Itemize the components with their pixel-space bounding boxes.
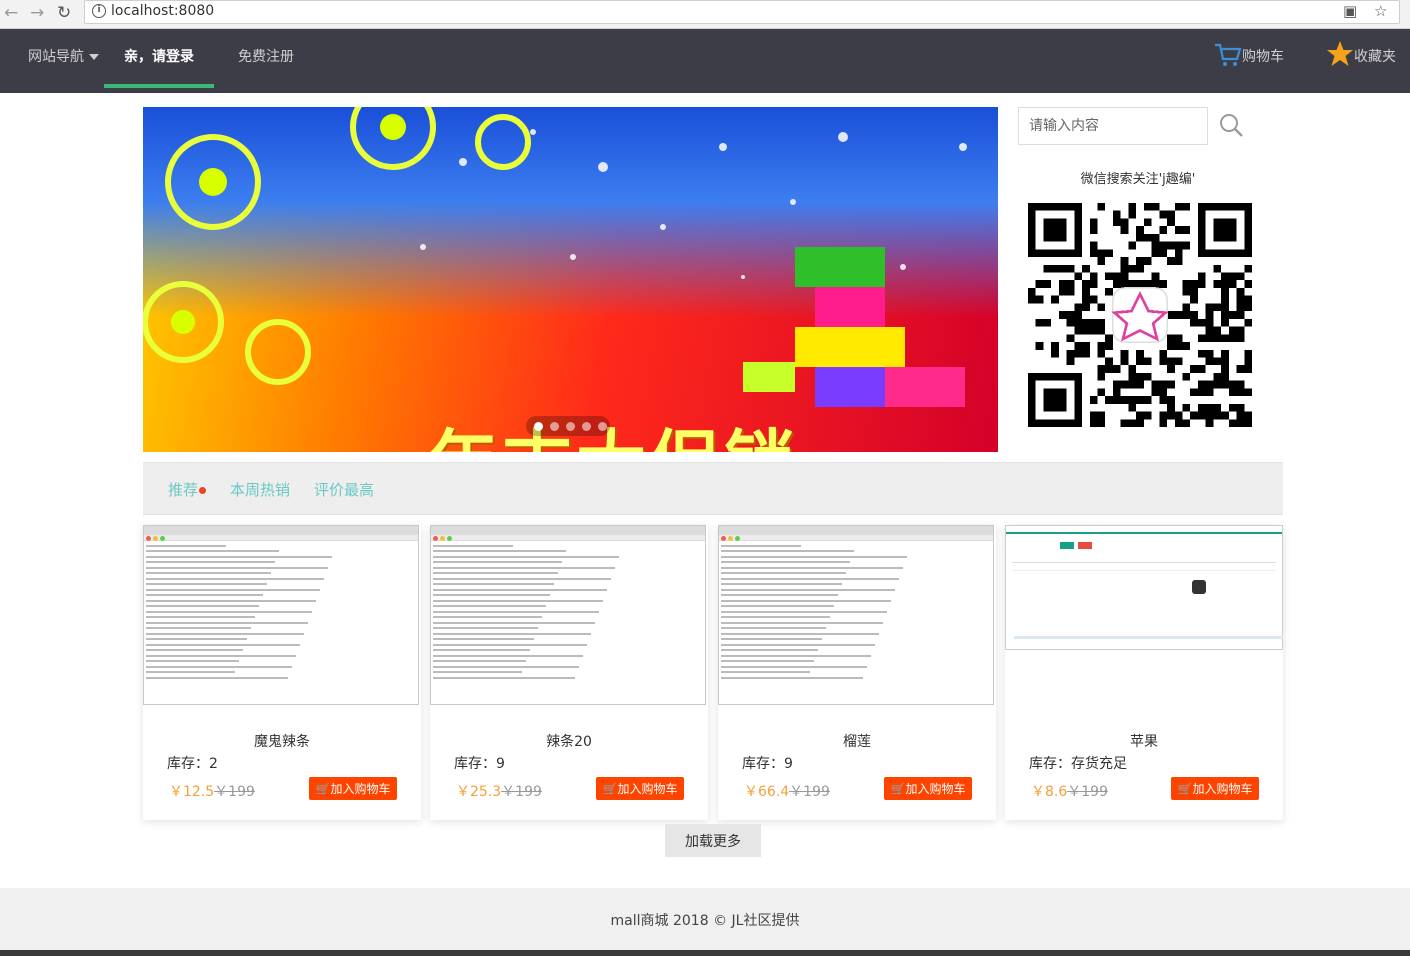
cart-icon <box>1215 43 1242 66</box>
reload-icon[interactable]: ↻ <box>57 3 71 23</box>
active-nav-underline <box>104 84 214 88</box>
original-price: ￥199 <box>789 784 830 800</box>
promo-banner[interactable]: 年末大促销 <box>143 107 998 452</box>
product-image[interactable] <box>1005 525 1283 705</box>
star-icon <box>1327 41 1353 66</box>
translate-icon[interactable]: ▣ <box>1343 2 1357 20</box>
top-navigation: 网站导航 亲，请登录 免费注册 购物车 收藏夹 <box>0 29 1410 93</box>
current-price: ￥25.3 <box>456 784 502 800</box>
tab-label: 推荐 <box>168 481 199 499</box>
product-stock: 库存：2 <box>167 756 218 772</box>
wechat-follow-text: 微信搜索关注'j趣编' <box>1080 172 1196 187</box>
current-price: ￥12.5 <box>169 784 215 800</box>
terminal-screenshot <box>718 525 994 705</box>
cart-link[interactable]: 购物车 <box>1214 29 1284 93</box>
info-icon[interactable]: i <box>92 4 106 18</box>
original-price: ￥199 <box>501 784 542 800</box>
search-icon[interactable] <box>1218 112 1244 138</box>
footer-copyright: mall商城 2018 © JL社区提供 <box>610 913 800 929</box>
add-to-cart-label: 加入购物车 <box>905 782 966 796</box>
product-stock: 库存：存货充足 <box>1029 756 1127 772</box>
footer: mall商城 2018 © JL社区提供 <box>0 888 1410 950</box>
product-image[interactable] <box>718 525 996 705</box>
product-price: ￥12.5￥199 <box>169 781 255 801</box>
product-price: ￥25.3￥199 <box>456 781 542 801</box>
carousel-dot[interactable] <box>598 422 607 431</box>
product-stock: 库存：9 <box>454 756 505 772</box>
terminal-screenshot <box>143 525 419 705</box>
forward-icon[interactable]: → <box>30 3 44 23</box>
carousel-dot[interactable] <box>566 422 575 431</box>
product-tabs: 推荐 本周热销 评价最高 <box>143 462 1283 515</box>
url-text[interactable]: localhost:8080 <box>111 3 214 19</box>
search-input[interactable] <box>1018 107 1208 145</box>
tab-weekly-hot[interactable]: 本周热销 <box>230 479 290 500</box>
original-price: ￥199 <box>1067 784 1108 800</box>
add-to-cart-button[interactable]: 🛒加入购物车 <box>884 777 972 800</box>
add-to-cart-button[interactable]: 🛒加入购物车 <box>596 777 684 800</box>
product-name[interactable]: 苹果 <box>1005 731 1283 751</box>
product-card[interactable]: 魔鬼辣条 库存：2 ￥12.5￥199 🛒加入购物车 <box>143 525 421 820</box>
banner-decoration <box>143 107 967 407</box>
add-to-cart-label: 加入购物车 <box>1192 782 1253 796</box>
current-price: ￥66.4 <box>744 784 790 800</box>
add-to-cart-label: 加入购物车 <box>330 782 391 796</box>
caret-down-icon <box>89 54 99 60</box>
product-price: ￥8.6￥199 <box>1031 781 1108 801</box>
admin-app-screenshot <box>1005 525 1283 650</box>
register-link[interactable]: 免费注册 <box>238 29 294 93</box>
add-to-cart-button[interactable]: 🛒加入购物车 <box>1171 777 1259 800</box>
product-name[interactable]: 榴莲 <box>718 731 996 751</box>
carousel-indicators <box>526 416 610 436</box>
product-name[interactable]: 辣条20 <box>430 731 708 751</box>
active-tab-dot <box>199 487 207 494</box>
product-card[interactable]: 榴莲 库存：9 ￥66.4￥199 🛒加入购物车 <box>718 525 996 820</box>
add-to-cart-button[interactable]: 🛒加入购物车 <box>309 777 397 800</box>
product-card[interactable]: 辣条20 库存：9 ￥25.3￥199 🛒加入购物车 <box>430 525 708 820</box>
product-stock: 库存：9 <box>742 756 793 772</box>
qr-code-image <box>1028 203 1252 427</box>
product-image[interactable] <box>430 525 708 705</box>
browser-toolbar: ← → ↻ i localhost:8080 ▣ ☆ <box>0 0 1410 29</box>
site-nav-menu[interactable]: 网站导航 <box>28 29 99 93</box>
site-nav-label: 网站导航 <box>28 49 84 65</box>
product-image[interactable] <box>143 525 421 705</box>
address-bar[interactable]: i localhost:8080 ▣ ☆ <box>84 0 1400 24</box>
product-card[interactable]: 苹果 库存：存货充足 ￥8.6￥199 🛒加入购物车 <box>1005 525 1283 820</box>
product-name[interactable]: 魔鬼辣条 <box>143 731 421 751</box>
original-price: ￥199 <box>214 784 255 800</box>
terminal-screenshot <box>430 525 706 705</box>
bookmark-star-icon[interactable]: ☆ <box>1374 2 1387 20</box>
favorites-link[interactable]: 收藏夹 <box>1326 29 1396 93</box>
favorites-label: 收藏夹 <box>1354 49 1396 65</box>
current-price: ￥8.6 <box>1031 784 1068 800</box>
taskbar-strip <box>0 950 1410 956</box>
load-more-button[interactable]: 加载更多 <box>665 824 761 857</box>
carousel-dot[interactable] <box>582 422 591 431</box>
carousel-dot[interactable] <box>550 422 559 431</box>
carousel-dot[interactable] <box>534 422 543 431</box>
tab-top-rated[interactable]: 评价最高 <box>314 479 374 500</box>
banner-headline: 年末大促销 <box>428 407 798 452</box>
back-icon[interactable]: ← <box>4 3 18 23</box>
add-to-cart-label: 加入购物车 <box>617 782 678 796</box>
product-price: ￥66.4￥199 <box>744 781 830 801</box>
tab-recommended[interactable]: 推荐 <box>168 479 207 500</box>
cart-label: 购物车 <box>1242 49 1284 65</box>
